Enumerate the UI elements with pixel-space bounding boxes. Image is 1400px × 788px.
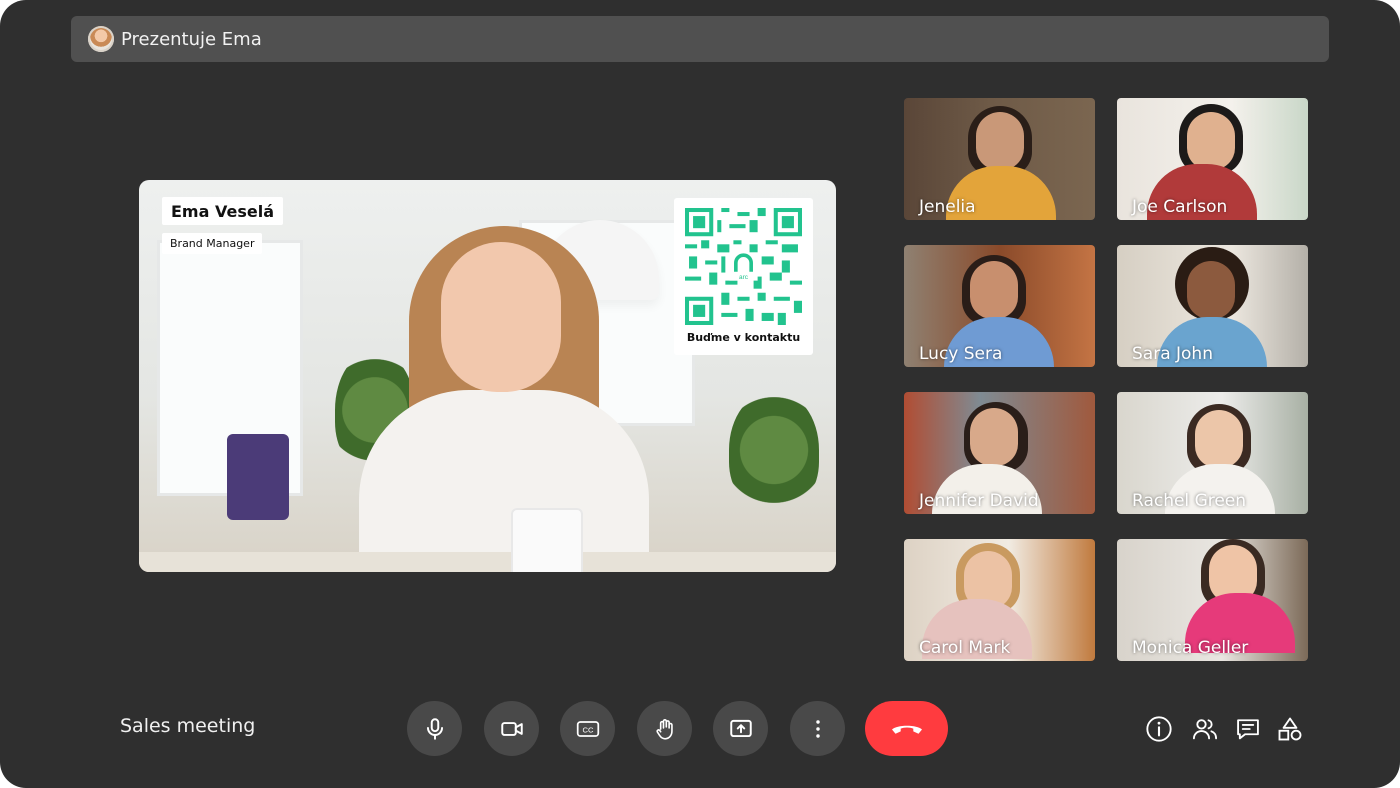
people-button[interactable] [1190,714,1220,744]
participant-name: Sara John [1132,344,1213,364]
participant-tile[interactable]: Rachel Green [1117,392,1308,514]
participant-name: Lucy Sera [919,344,1003,364]
end-call-button[interactable] [865,701,948,756]
participant-name: Jenelia [919,197,976,217]
more-options-button[interactable] [790,701,845,756]
more-vertical-icon [815,719,820,738]
camera-button[interactable] [484,701,539,756]
participant-tile[interactable]: Monica Geller [1117,539,1308,661]
suitcase [227,434,289,520]
end-call-icon [891,725,922,734]
chat-button[interactable] [1233,714,1263,744]
activities-button[interactable] [1275,714,1305,744]
participant-name: Carol Mark [919,638,1011,658]
qr-card[interactable]: arc Buďme v kontaktu [674,198,813,355]
chat-icon [1237,719,1259,740]
participant-name: Jennifer David [919,491,1039,511]
plant-right [729,390,819,510]
participant-tile[interactable]: Carol Mark [904,539,1095,661]
participant-tile[interactable]: Lucy Sera [904,245,1095,367]
microphone-icon [426,717,443,740]
raise-hand-icon [655,718,673,740]
presenter-avatar [88,26,114,52]
qr-code-icon: arc [685,208,802,325]
speaker-role-tag: Brand Manager [162,233,263,254]
svg-text:CC: CC [582,725,593,734]
participant-name: Monica Geller [1132,638,1249,658]
people-icon [1192,719,1218,740]
activities-icon [1278,717,1302,741]
presenter-bar: Prezentuje Ema [71,16,1329,62]
speaker-face [441,242,561,392]
presenter-label: Prezentuje Ema [121,28,262,50]
participant-tile[interactable]: Joe Carlson [1117,98,1308,220]
participant-tile[interactable]: Jennifer David [904,392,1095,514]
present-screen-button[interactable] [713,701,768,756]
speaker-name-tag: Ema Veselá [162,197,283,225]
mug [511,508,583,572]
info-button[interactable] [1144,714,1174,744]
meeting-title: Sales meeting [120,715,256,737]
participant-name: Joe Carlson [1132,197,1228,217]
qr-caption: Buďme v kontaktu [686,331,801,344]
speaker-body [359,390,649,572]
present-screen-icon [729,719,752,737]
camera-icon [500,721,523,736]
raise-hand-button[interactable] [637,701,692,756]
captions-icon: CC [576,720,599,737]
participant-tile[interactable]: Jenelia [904,98,1095,220]
participant-name: Rachel Green [1132,491,1247,511]
meeting-window: Prezentuje Ema Ema Veselá Brand Manager [0,0,1400,788]
svg-text:arc: arc [739,274,749,281]
info-icon [1146,716,1172,742]
captions-button[interactable]: CC [560,701,615,756]
microphone-button[interactable] [407,701,462,756]
desk [139,552,836,572]
participant-tile[interactable]: Sara John [1117,245,1308,367]
